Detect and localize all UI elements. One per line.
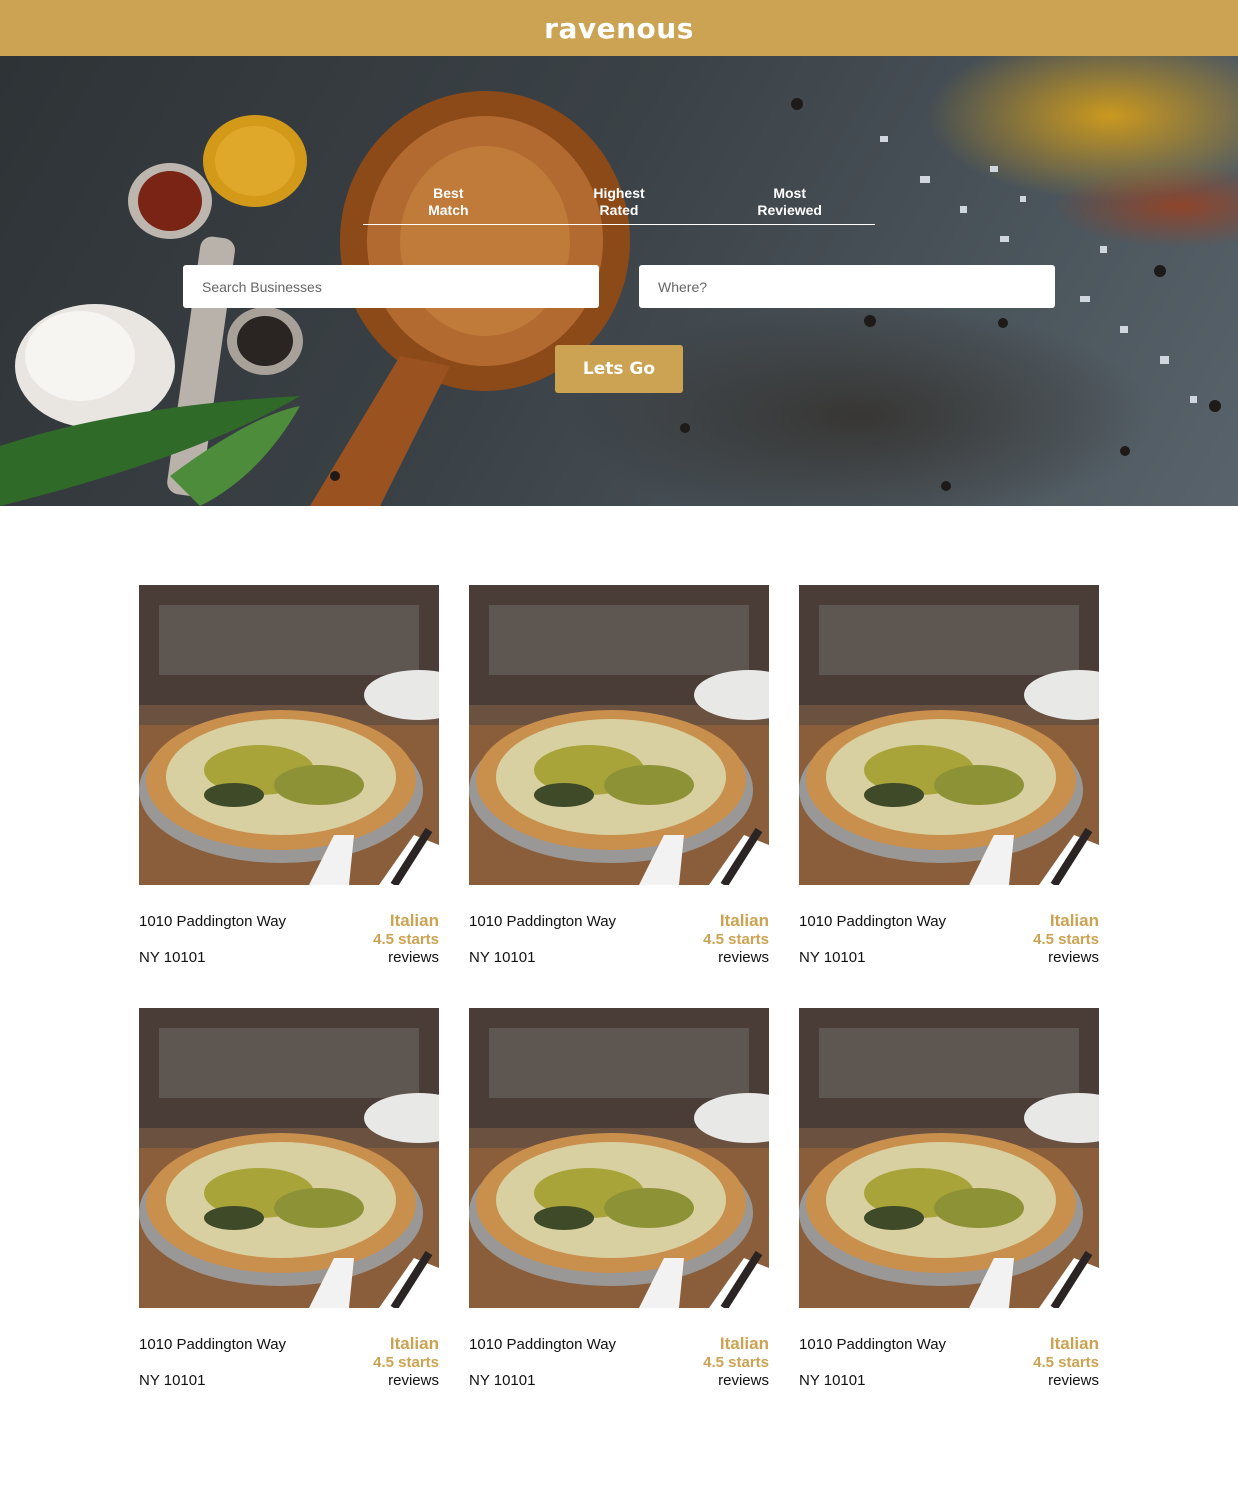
business-city-zip: NY 10101 <box>469 949 536 966</box>
business-card[interactable]: 1010 Paddington Way NY 10101 Italian 4.5… <box>799 1008 1099 1393</box>
search-businesses-input[interactable] <box>183 265 599 308</box>
business-reviews: reviews <box>718 949 769 966</box>
business-rating: 4.5 starts <box>1033 1354 1099 1371</box>
business-address: 1010 Paddington Way <box>469 1336 617 1353</box>
sort-option-label: Match <box>428 202 469 218</box>
search-hero: Best Match Highest Rated Most Reviewed L… <box>0 56 1238 506</box>
business-address: 1010 Paddington Way <box>469 913 617 930</box>
business-address: 1010 Paddington Way <box>799 1336 947 1353</box>
pizza-photo <box>469 1008 769 1308</box>
sort-option-highest-rated[interactable]: Highest Rated <box>534 184 705 224</box>
sort-option-label: Most <box>773 185 807 201</box>
business-info: 1010 Paddington Way NY 10101 Italian 4.5… <box>139 1308 439 1393</box>
business-address: 1010 Paddington Way <box>799 913 947 930</box>
business-rating: 4.5 starts <box>703 931 769 948</box>
business-category: Italian <box>389 911 439 930</box>
pizza-photo <box>139 585 439 885</box>
business-city-zip: NY 10101 <box>799 1372 866 1389</box>
business-city-zip: NY 10101 <box>799 949 866 966</box>
app-logo: ravenous <box>544 11 694 45</box>
business-card[interactable]: 1010 Paddington Way NY 10101 Italian 4.5… <box>139 585 439 970</box>
business-reviews: reviews <box>718 1372 769 1389</box>
sort-option-label: Rated <box>599 202 639 218</box>
business-list: 1010 Paddington Way NY 10101 Italian 4.5… <box>139 585 1099 1393</box>
business-info: 1010 Paddington Way NY 10101 Italian 4.5… <box>139 885 439 970</box>
business-card[interactable]: 1010 Paddington Way NY 10101 Italian 4.5… <box>139 1008 439 1393</box>
pizza-photo <box>469 585 769 885</box>
business-category: Italian <box>719 1334 769 1353</box>
business-city-zip: NY 10101 <box>469 1372 536 1389</box>
sort-option-label: Highest <box>593 185 645 201</box>
sort-option-most-reviewed[interactable]: Most Reviewed <box>704 184 875 224</box>
business-city-zip: NY 10101 <box>139 949 206 966</box>
business-info: 1010 Paddington Way NY 10101 Italian 4.5… <box>799 1308 1099 1393</box>
business-card[interactable]: 1010 Paddington Way NY 10101 Italian 4.5… <box>799 585 1099 970</box>
business-address: 1010 Paddington Way <box>139 913 287 930</box>
business-reviews: reviews <box>1048 1372 1099 1389</box>
business-category: Italian <box>1049 911 1099 930</box>
pizza-photo <box>139 1008 439 1308</box>
business-info: 1010 Paddington Way NY 10101 Italian 4.5… <box>469 885 769 970</box>
business-reviews: reviews <box>1048 949 1099 966</box>
business-rating: 4.5 starts <box>373 1354 439 1371</box>
sort-options: Best Match Highest Rated Most Reviewed <box>363 184 875 225</box>
top-bar: ravenous <box>0 0 1238 56</box>
business-info: 1010 Paddington Way NY 10101 Italian 4.5… <box>469 1308 769 1393</box>
business-reviews: reviews <box>388 949 439 966</box>
business-rating: 4.5 starts <box>1033 931 1099 948</box>
business-reviews: reviews <box>388 1372 439 1389</box>
search-submit-button[interactable]: Lets Go <box>555 345 683 393</box>
business-address: 1010 Paddington Way <box>139 1336 287 1353</box>
business-card[interactable]: 1010 Paddington Way NY 10101 Italian 4.5… <box>469 1008 769 1393</box>
business-category: Italian <box>1049 1334 1099 1353</box>
business-category: Italian <box>719 911 769 930</box>
sort-option-label: Best <box>433 185 464 201</box>
business-city-zip: NY 10101 <box>139 1372 206 1389</box>
sort-option-label: Reviewed <box>757 202 822 218</box>
business-category: Italian <box>389 1334 439 1353</box>
business-card[interactable]: 1010 Paddington Way NY 10101 Italian 4.5… <box>469 585 769 970</box>
pizza-photo <box>799 1008 1099 1308</box>
business-rating: 4.5 starts <box>703 1354 769 1371</box>
location-input[interactable] <box>639 265 1055 308</box>
pizza-photo <box>799 585 1099 885</box>
business-info: 1010 Paddington Way NY 10101 Italian 4.5… <box>799 885 1099 970</box>
business-rating: 4.5 starts <box>373 931 439 948</box>
sort-option-best-match[interactable]: Best Match <box>363 184 534 224</box>
